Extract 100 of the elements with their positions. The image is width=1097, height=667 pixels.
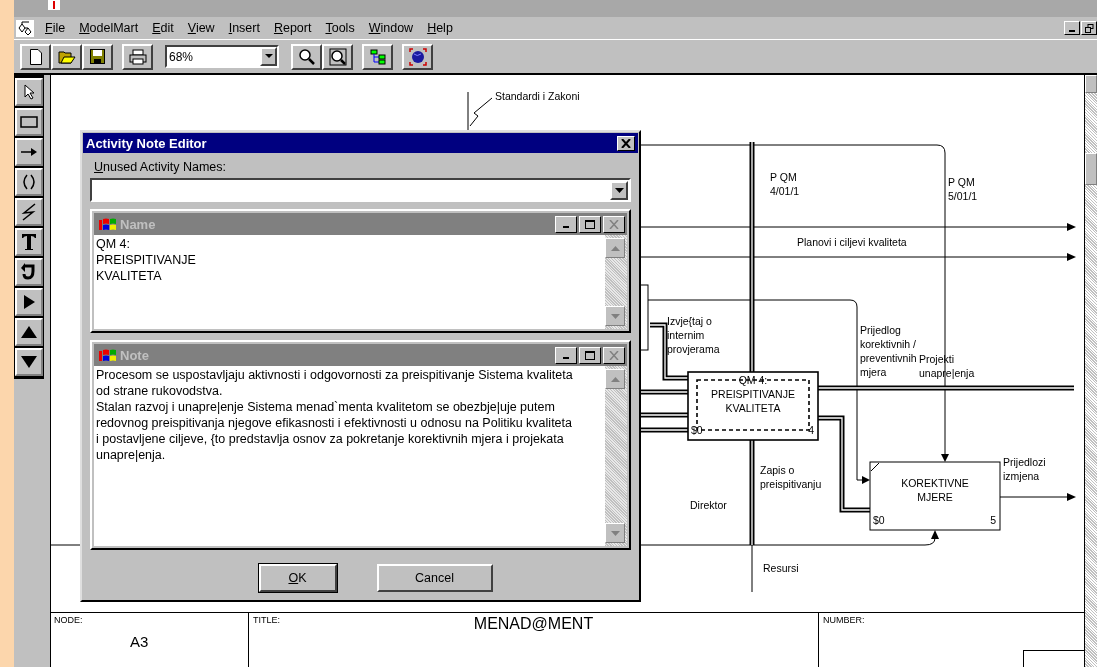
globe-button[interactable] xyxy=(402,43,433,70)
printer-icon xyxy=(128,48,147,65)
save-button[interactable] xyxy=(82,43,113,70)
connector-line[interactable] xyxy=(639,412,689,418)
close-button[interactable] xyxy=(603,346,625,364)
activity-name-dropdown[interactable] xyxy=(90,178,631,202)
menu-item[interactable]: Insert xyxy=(221,21,267,35)
zoom-in-button[interactable] xyxy=(291,43,322,70)
close-button[interactable] xyxy=(603,215,625,233)
app-icon xyxy=(48,0,60,10)
parentheses-icon xyxy=(20,174,38,190)
connector-line[interactable] xyxy=(817,385,1075,391)
text-tool[interactable] xyxy=(15,228,43,256)
maximize-icon xyxy=(585,350,595,360)
scroll-up-icon xyxy=(610,376,620,382)
pointer-tool[interactable] xyxy=(15,78,43,106)
minimize-button[interactable] xyxy=(555,346,577,364)
scrollbar[interactable] xyxy=(605,235,627,329)
text-icon xyxy=(21,233,37,251)
menu-item[interactable]: Help xyxy=(420,21,460,35)
restore-icon xyxy=(1084,23,1094,33)
minimize-button[interactable] xyxy=(1064,21,1080,35)
squiggle-tool[interactable] xyxy=(15,198,43,226)
field-label: Unused Activity Names: xyxy=(94,160,226,174)
menu-item[interactable]: Edit xyxy=(145,21,181,35)
connector-arrow[interactable] xyxy=(639,223,1076,231)
menu-item[interactable]: Window xyxy=(361,21,421,35)
scrollbar[interactable] xyxy=(605,366,627,546)
windows-flag-icon xyxy=(98,347,118,363)
cost-label: $0 xyxy=(873,514,885,526)
tree-button[interactable] xyxy=(362,43,393,70)
rectangle-icon xyxy=(20,116,38,128)
menu-item[interactable]: Report xyxy=(266,21,319,35)
rotate-tool[interactable] xyxy=(15,258,43,286)
node-label: NODE: xyxy=(53,614,84,627)
name-text[interactable]: QM 4: PREISPITIVANJE KVALITETA xyxy=(96,236,196,284)
leader-line xyxy=(467,91,493,131)
menu-item[interactable]: View xyxy=(180,21,222,35)
scroll-down-icon xyxy=(610,530,620,536)
tree-icon xyxy=(369,48,386,65)
box-tool[interactable] xyxy=(15,108,43,136)
close-icon xyxy=(609,350,619,360)
node-value: A3 xyxy=(130,633,149,650)
arrow-label: P QM 5/01/1 xyxy=(948,176,978,202)
globe-icon xyxy=(408,47,427,66)
play-tool[interactable] xyxy=(15,288,43,316)
zoom-dropdown[interactable]: 68% xyxy=(165,45,279,68)
pointer-icon xyxy=(23,84,35,100)
arrow-label: P QM 4/01/1 xyxy=(770,171,800,197)
activity-name: KOREKTIVNE MJERE xyxy=(901,477,969,503)
connector-arrow[interactable] xyxy=(999,493,1076,501)
note-text[interactable]: Stalan razvoj i unapre|enje Sistema menad`menta kvalitetom se obezbje|uje putem redovnog preispitivanja njegove efikasnosti i efektivnosti u odnosu na Politiku kvaliteta i postavljene ciljeve, {to predstavlja osnov za pokretanje korektivnih mjera i projekata unapre|enja. xyxy=(96,399,574,463)
restore-button[interactable] xyxy=(1081,21,1097,35)
selected-activity-box[interactable] xyxy=(687,371,819,441)
arrow-label: Projekti unapre|enja xyxy=(919,353,975,379)
down-tool[interactable] xyxy=(15,348,43,376)
connector-line[interactable] xyxy=(749,141,755,373)
connector-line[interactable] xyxy=(749,439,755,546)
zoom-fit-button[interactable] xyxy=(322,43,353,70)
maximize-icon xyxy=(585,219,595,229)
menu-item[interactable]: File xyxy=(38,21,73,35)
menu-item[interactable]: ModelMart xyxy=(72,21,146,35)
maximize-button[interactable] xyxy=(579,215,601,233)
arrow-label: Prijedlog korektivnih / preventivnih mjera xyxy=(860,324,917,378)
print-button[interactable] xyxy=(122,43,153,70)
note-text[interactable]: Procesom se uspostavljaju aktivnosti i odgovornosti za preispitivanje Sistema kvaliteta od strane rukovodstva. xyxy=(96,367,574,399)
open-folder-button[interactable] xyxy=(51,43,82,70)
dialog-button[interactable]: Cancel xyxy=(376,564,493,592)
diagram-title: MENAD@MENT xyxy=(473,615,594,633)
diagram-icon[interactable] xyxy=(16,19,34,37)
arrow-label: Resursi xyxy=(763,562,799,574)
title-label: TITLE: xyxy=(252,614,281,627)
magnifier-frame-icon xyxy=(328,47,347,66)
triangle-down-icon xyxy=(20,355,38,369)
arrow-label: Standardi i Zakoni xyxy=(495,90,580,102)
minimize-button[interactable] xyxy=(555,215,577,233)
close-button[interactable] xyxy=(617,135,635,151)
arrow-label: Planovi i ciljevi kvaliteta xyxy=(797,236,907,248)
connector-line[interactable] xyxy=(639,427,689,433)
vertical-scrollbar[interactable] xyxy=(1084,75,1097,667)
cost-label: $0 xyxy=(691,424,703,436)
dialog-button[interactable]: OK xyxy=(258,564,337,592)
dropdown-icon xyxy=(614,187,624,193)
squiggle-icon xyxy=(21,203,37,221)
connector-line[interactable] xyxy=(639,389,689,395)
close-icon xyxy=(609,219,619,229)
activity-box[interactable] xyxy=(869,461,1001,531)
connector-arrow[interactable] xyxy=(639,253,1076,261)
menu-item[interactable]: Tools xyxy=(318,21,362,35)
arrow-tool[interactable] xyxy=(15,138,43,166)
up-tool[interactable] xyxy=(15,318,43,346)
new-file-button[interactable] xyxy=(20,43,51,70)
page-icon xyxy=(28,48,43,65)
play-icon xyxy=(22,294,36,310)
close-icon xyxy=(621,138,631,148)
pane-title: Name xyxy=(120,216,156,232)
dropdown-icon xyxy=(264,54,273,59)
maximize-button[interactable] xyxy=(579,346,601,364)
arrow-label: Izvje{taj o internim provjerama xyxy=(667,315,720,355)
parentheses-tool[interactable] xyxy=(15,168,43,196)
